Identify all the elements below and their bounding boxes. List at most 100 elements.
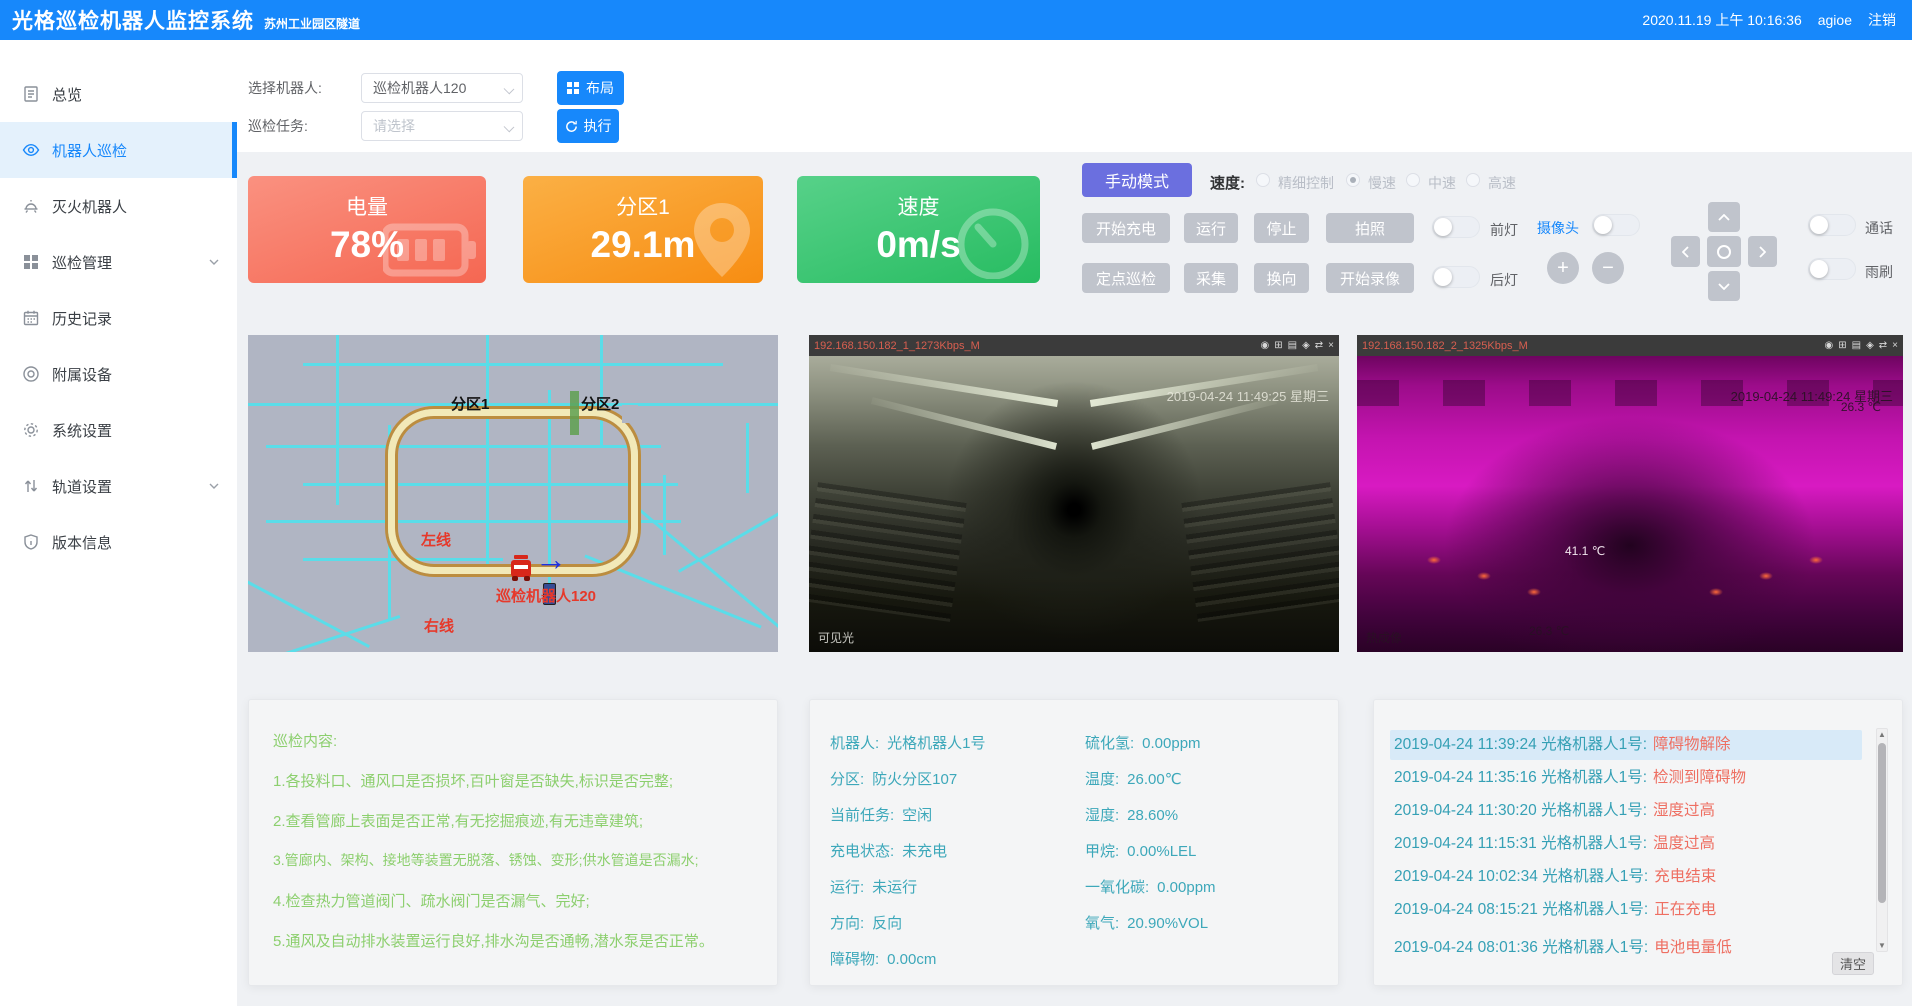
header-username[interactable]: agioe (1818, 12, 1852, 28)
execute-button[interactable]: 执行 (557, 109, 619, 143)
robot-map-label: 巡检机器人120 (496, 585, 596, 606)
panel-icon[interactable]: ▤ (1852, 340, 1861, 351)
status-value: 防火分区107 (872, 771, 957, 788)
event-log-panel: 2019-04-24 11:39:24 光格机器人1号:障碍物解除 2019-0… (1373, 699, 1903, 986)
collect-button[interactable]: 采集 (1184, 263, 1238, 293)
speed-radio-medium-label[interactable]: 中速 (1428, 173, 1456, 193)
monitor-icon[interactable]: ◉ (1260, 340, 1269, 351)
status-value: 20.90%VOL (1127, 915, 1208, 932)
scrollbar-thumb[interactable] (1878, 743, 1886, 903)
inspection-title: 巡检内容: (273, 730, 337, 751)
speed-radio-high-label[interactable]: 高速 (1488, 173, 1516, 193)
log-scrollbar[interactable]: ▲ ▼ (1876, 728, 1888, 952)
speed-radio-fine[interactable] (1256, 173, 1270, 187)
speed-card-title: 速度 (797, 191, 1040, 221)
log-message: 电池电量低 (1654, 939, 1732, 954)
run-button[interactable]: 运行 (1184, 213, 1238, 243)
chevron-right-icon (1759, 246, 1766, 258)
temp-reading-top: 26.3 ℃ (1841, 400, 1881, 414)
chevron-down-icon (504, 84, 515, 95)
video-tag: 可见光 (818, 629, 854, 646)
capture-icon[interactable]: ◈ (1866, 340, 1874, 351)
clear-log-button[interactable]: 清空 (1832, 952, 1874, 975)
sidebar-item-version-info[interactable]: 版本信息 (0, 514, 237, 570)
close-icon[interactable]: × (1892, 340, 1898, 351)
sidebar-item-system-settings[interactable]: 系统设置 (0, 402, 237, 458)
speed-card-value: 0m/s (797, 224, 1040, 266)
battery-card-value: 78% (248, 224, 486, 266)
alarm-bell-icon (22, 197, 40, 215)
photo-button[interactable]: 拍照 (1326, 213, 1414, 243)
status-value: 反向 (872, 915, 902, 932)
speed-radio-slow[interactable] (1346, 173, 1360, 187)
stop-button[interactable]: 停止 (1254, 213, 1309, 243)
scroll-up-icon[interactable]: ▲ (1877, 730, 1887, 739)
video-header: 192.168.150.182_2_1325Kbps_M ◉ ⊞ ▤ ◈ ⇄ × (1357, 335, 1903, 356)
speed-radio-medium[interactable] (1406, 173, 1420, 187)
record-button[interactable]: 开始录像 (1326, 263, 1414, 293)
settings-icon[interactable]: ⊞ (1274, 340, 1282, 351)
log-row[interactable]: 2019-04-24 11:39:24 光格机器人1号:障碍物解除 (1390, 730, 1862, 760)
speed-radio-fine-label[interactable]: 精细控制 (1278, 173, 1334, 193)
inspection-content-panel: 巡检内容: 1.各投料口、通风口是否损坏,百叶窗是否缺失,标识是否完整; 2.查… (248, 699, 778, 986)
task-select[interactable]: 请选择 (361, 111, 523, 141)
wiper-toggle[interactable] (1808, 258, 1856, 280)
speed-radio-slow-label[interactable]: 慢速 (1368, 173, 1396, 193)
status-label: 硫化氢: (1085, 735, 1134, 752)
sidebar-item-aux-devices[interactable]: 附属设备 (0, 346, 237, 402)
sidebar-item-overview[interactable]: 总览 (0, 66, 237, 122)
pan-center-button[interactable] (1707, 236, 1741, 267)
video-timestamp: 2019-04-24 11:49:25 星期三 (1167, 386, 1329, 405)
pan-right-button[interactable] (1748, 236, 1777, 267)
capture-icon[interactable]: ◈ (1302, 340, 1310, 351)
front-light-toggle[interactable] (1432, 216, 1480, 238)
robot-select-label: 选择机器人: (248, 73, 322, 103)
log-row[interactable]: 2019-04-24 08:15:21 光格机器人1号:正在充电 (1394, 895, 1866, 925)
log-row[interactable]: 2019-04-24 11:35:16 光格机器人1号:检测到障碍物 (1394, 763, 1866, 793)
header-datetime: 2020.11.19 上午 10:16:36 (1642, 10, 1801, 30)
scroll-down-icon[interactable]: ▼ (1877, 941, 1887, 950)
sidebar-item-inspection-mgmt[interactable]: 巡检管理 (0, 234, 237, 290)
monitor-icon[interactable]: ◉ (1824, 340, 1833, 351)
inspection-item: 5.通风及自动排水装置运行良好,排水沟是否通畅,潜水泵是否正常。 (273, 930, 714, 951)
speed-radio-high[interactable] (1466, 173, 1480, 187)
panel-icon[interactable]: ▤ (1288, 340, 1297, 351)
pan-left-button[interactable] (1671, 236, 1700, 267)
status-label: 湿度: (1085, 807, 1119, 824)
status-label: 一氧化碳: (1085, 879, 1149, 896)
log-row[interactable]: 2019-04-24 08:01:36 光格机器人1号:电池电量低 (1394, 933, 1866, 954)
sidebar-item-robot-inspection[interactable]: 机器人巡检 (0, 122, 237, 178)
reverse-button[interactable]: 换向 (1254, 263, 1309, 293)
status-value: 28.60% (1127, 807, 1178, 824)
log-row[interactable]: 2019-04-24 11:15:31 光格机器人1号:温度过高 (1394, 829, 1866, 859)
log-row[interactable]: 2019-04-24 10:02:34 光格机器人1号:充电结束 (1394, 862, 1866, 892)
stream-icon[interactable]: ⇄ (1315, 340, 1323, 351)
layout-button[interactable]: 布局 (557, 71, 624, 105)
logout-button[interactable]: 注销 (1868, 10, 1896, 30)
log-row[interactable]: 2019-04-24 11:30:20 光格机器人1号:湿度过高 (1394, 796, 1866, 826)
robot-select[interactable]: 巡检机器人120 (361, 73, 523, 103)
camera-toggle[interactable] (1592, 214, 1640, 236)
robot-marker-icon[interactable] (510, 555, 532, 581)
sidebar-item-fire-robot[interactable]: 灭火机器人 (0, 178, 237, 234)
zoom-out-button[interactable]: − (1592, 252, 1624, 284)
sidebar-item-track-settings[interactable]: 轨道设置 (0, 458, 237, 514)
zoom-in-button[interactable]: + (1547, 252, 1579, 284)
pan-down-button[interactable] (1708, 271, 1740, 301)
pan-up-button[interactable] (1708, 202, 1740, 232)
manual-mode-button[interactable]: 手动模式 (1082, 163, 1192, 197)
settings-icon[interactable]: ⊞ (1838, 340, 1846, 351)
log-message: 正在充电 (1654, 901, 1716, 918)
start-charge-button[interactable]: 开始充电 (1082, 213, 1170, 243)
fixed-point-patrol-button[interactable]: 定点巡检 (1082, 263, 1170, 293)
inspection-item: 1.各投料口、通风口是否损坏,百叶窗是否缺失,标识是否完整; (273, 770, 673, 791)
log-message: 障碍物解除 (1653, 736, 1731, 753)
talk-toggle[interactable] (1808, 214, 1856, 236)
calendar-icon (22, 309, 40, 327)
sidebar-item-label: 版本信息 (52, 532, 112, 553)
rear-light-toggle[interactable] (1432, 266, 1480, 288)
sidebar-item-history[interactable]: 历史记录 (0, 290, 237, 346)
stream-icon[interactable]: ⇄ (1879, 340, 1887, 351)
close-icon[interactable]: × (1328, 340, 1334, 351)
sidebar-item-label: 历史记录 (52, 308, 112, 329)
